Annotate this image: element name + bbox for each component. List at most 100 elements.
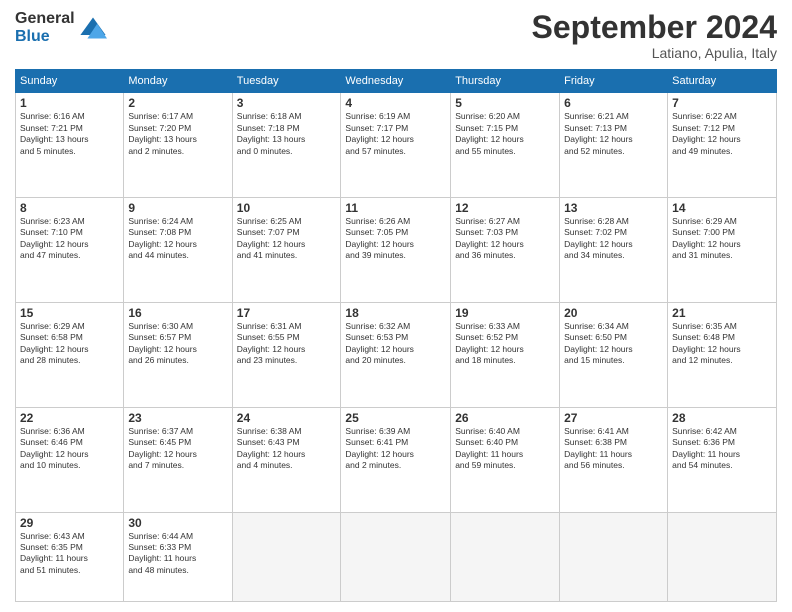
day-info: Sunrise: 6:26 AMSunset: 7:05 PMDaylight:… xyxy=(345,216,446,262)
day-number: 27 xyxy=(564,411,663,425)
table-row xyxy=(232,512,341,602)
day-info: Sunrise: 6:41 AMSunset: 6:38 PMDaylight:… xyxy=(564,426,663,472)
table-row: 3Sunrise: 6:18 AMSunset: 7:18 PMDaylight… xyxy=(232,93,341,198)
day-number: 11 xyxy=(345,201,446,215)
table-row: 2Sunrise: 6:17 AMSunset: 7:20 PMDaylight… xyxy=(124,93,232,198)
day-number: 2 xyxy=(128,96,227,110)
logo: General Blue xyxy=(15,10,107,45)
day-number: 23 xyxy=(128,411,227,425)
day-info: Sunrise: 6:43 AMSunset: 6:35 PMDaylight:… xyxy=(20,531,119,577)
table-row: 1Sunrise: 6:16 AMSunset: 7:21 PMDaylight… xyxy=(16,93,124,198)
location: Latiano, Apulia, Italy xyxy=(532,45,777,61)
day-info: Sunrise: 6:37 AMSunset: 6:45 PMDaylight:… xyxy=(128,426,227,472)
logo-blue: Blue xyxy=(15,28,75,46)
day-info: Sunrise: 6:34 AMSunset: 6:50 PMDaylight:… xyxy=(564,321,663,367)
table-row: 23Sunrise: 6:37 AMSunset: 6:45 PMDayligh… xyxy=(124,407,232,512)
day-info: Sunrise: 6:36 AMSunset: 6:46 PMDaylight:… xyxy=(20,426,119,472)
table-row: 13Sunrise: 6:28 AMSunset: 7:02 PMDayligh… xyxy=(560,198,668,303)
table-row: 25Sunrise: 6:39 AMSunset: 6:41 PMDayligh… xyxy=(341,407,451,512)
day-info: Sunrise: 6:21 AMSunset: 7:13 PMDaylight:… xyxy=(564,111,663,157)
day-number: 22 xyxy=(20,411,119,425)
table-row: 10Sunrise: 6:25 AMSunset: 7:07 PMDayligh… xyxy=(232,198,341,303)
calendar: Sunday Monday Tuesday Wednesday Thursday… xyxy=(15,69,777,602)
day-number: 8 xyxy=(20,201,119,215)
table-row: 12Sunrise: 6:27 AMSunset: 7:03 PMDayligh… xyxy=(451,198,560,303)
table-row: 4Sunrise: 6:19 AMSunset: 7:17 PMDaylight… xyxy=(341,93,451,198)
day-number: 10 xyxy=(237,201,337,215)
table-row: 20Sunrise: 6:34 AMSunset: 6:50 PMDayligh… xyxy=(560,302,668,407)
day-info: Sunrise: 6:40 AMSunset: 6:40 PMDaylight:… xyxy=(455,426,555,472)
day-number: 19 xyxy=(455,306,555,320)
day-info: Sunrise: 6:22 AMSunset: 7:12 PMDaylight:… xyxy=(672,111,772,157)
header: General Blue September 2024 Latiano, Apu… xyxy=(15,10,777,61)
logo-general: General xyxy=(15,10,75,28)
day-number: 28 xyxy=(672,411,772,425)
day-number: 29 xyxy=(20,516,119,530)
day-info: Sunrise: 6:28 AMSunset: 7:02 PMDaylight:… xyxy=(564,216,663,262)
day-info: Sunrise: 6:42 AMSunset: 6:36 PMDaylight:… xyxy=(672,426,772,472)
col-wednesday: Wednesday xyxy=(341,70,451,93)
title-block: September 2024 Latiano, Apulia, Italy xyxy=(532,10,777,61)
table-row: 19Sunrise: 6:33 AMSunset: 6:52 PMDayligh… xyxy=(451,302,560,407)
day-info: Sunrise: 6:16 AMSunset: 7:21 PMDaylight:… xyxy=(20,111,119,157)
day-number: 6 xyxy=(564,96,663,110)
table-row: 6Sunrise: 6:21 AMSunset: 7:13 PMDaylight… xyxy=(560,93,668,198)
day-info: Sunrise: 6:23 AMSunset: 7:10 PMDaylight:… xyxy=(20,216,119,262)
day-info: Sunrise: 6:24 AMSunset: 7:08 PMDaylight:… xyxy=(128,216,227,262)
table-row: 16Sunrise: 6:30 AMSunset: 6:57 PMDayligh… xyxy=(124,302,232,407)
table-row: 14Sunrise: 6:29 AMSunset: 7:00 PMDayligh… xyxy=(668,198,777,303)
table-row: 21Sunrise: 6:35 AMSunset: 6:48 PMDayligh… xyxy=(668,302,777,407)
day-info: Sunrise: 6:17 AMSunset: 7:20 PMDaylight:… xyxy=(128,111,227,157)
day-info: Sunrise: 6:20 AMSunset: 7:15 PMDaylight:… xyxy=(455,111,555,157)
table-row: 11Sunrise: 6:26 AMSunset: 7:05 PMDayligh… xyxy=(341,198,451,303)
table-row: 29Sunrise: 6:43 AMSunset: 6:35 PMDayligh… xyxy=(16,512,124,602)
logo-icon xyxy=(79,14,107,42)
day-number: 13 xyxy=(564,201,663,215)
day-info: Sunrise: 6:44 AMSunset: 6:33 PMDaylight:… xyxy=(128,531,227,577)
table-row: 7Sunrise: 6:22 AMSunset: 7:12 PMDaylight… xyxy=(668,93,777,198)
table-row: 18Sunrise: 6:32 AMSunset: 6:53 PMDayligh… xyxy=(341,302,451,407)
col-saturday: Saturday xyxy=(668,70,777,93)
col-tuesday: Tuesday xyxy=(232,70,341,93)
day-info: Sunrise: 6:39 AMSunset: 6:41 PMDaylight:… xyxy=(345,426,446,472)
table-row: 30Sunrise: 6:44 AMSunset: 6:33 PMDayligh… xyxy=(124,512,232,602)
table-row xyxy=(341,512,451,602)
table-row: 27Sunrise: 6:41 AMSunset: 6:38 PMDayligh… xyxy=(560,407,668,512)
col-friday: Friday xyxy=(560,70,668,93)
day-number: 16 xyxy=(128,306,227,320)
table-row: 5Sunrise: 6:20 AMSunset: 7:15 PMDaylight… xyxy=(451,93,560,198)
day-number: 5 xyxy=(455,96,555,110)
day-info: Sunrise: 6:29 AMSunset: 6:58 PMDaylight:… xyxy=(20,321,119,367)
day-number: 21 xyxy=(672,306,772,320)
day-number: 4 xyxy=(345,96,446,110)
day-number: 9 xyxy=(128,201,227,215)
day-info: Sunrise: 6:19 AMSunset: 7:17 PMDaylight:… xyxy=(345,111,446,157)
day-info: Sunrise: 6:25 AMSunset: 7:07 PMDaylight:… xyxy=(237,216,337,262)
day-info: Sunrise: 6:27 AMSunset: 7:03 PMDaylight:… xyxy=(455,216,555,262)
table-row xyxy=(560,512,668,602)
table-row: 26Sunrise: 6:40 AMSunset: 6:40 PMDayligh… xyxy=(451,407,560,512)
day-number: 26 xyxy=(455,411,555,425)
table-row: 28Sunrise: 6:42 AMSunset: 6:36 PMDayligh… xyxy=(668,407,777,512)
table-row xyxy=(451,512,560,602)
day-number: 24 xyxy=(237,411,337,425)
table-row: 8Sunrise: 6:23 AMSunset: 7:10 PMDaylight… xyxy=(16,198,124,303)
day-number: 25 xyxy=(345,411,446,425)
day-number: 17 xyxy=(237,306,337,320)
col-sunday: Sunday xyxy=(16,70,124,93)
day-number: 30 xyxy=(128,516,227,530)
day-info: Sunrise: 6:35 AMSunset: 6:48 PMDaylight:… xyxy=(672,321,772,367)
table-row xyxy=(668,512,777,602)
day-number: 12 xyxy=(455,201,555,215)
day-number: 3 xyxy=(237,96,337,110)
day-info: Sunrise: 6:38 AMSunset: 6:43 PMDaylight:… xyxy=(237,426,337,472)
day-number: 18 xyxy=(345,306,446,320)
day-number: 7 xyxy=(672,96,772,110)
table-row: 9Sunrise: 6:24 AMSunset: 7:08 PMDaylight… xyxy=(124,198,232,303)
day-info: Sunrise: 6:29 AMSunset: 7:00 PMDaylight:… xyxy=(672,216,772,262)
table-row: 24Sunrise: 6:38 AMSunset: 6:43 PMDayligh… xyxy=(232,407,341,512)
col-monday: Monday xyxy=(124,70,232,93)
col-thursday: Thursday xyxy=(451,70,560,93)
header-row: Sunday Monday Tuesday Wednesday Thursday… xyxy=(16,70,777,93)
day-number: 20 xyxy=(564,306,663,320)
